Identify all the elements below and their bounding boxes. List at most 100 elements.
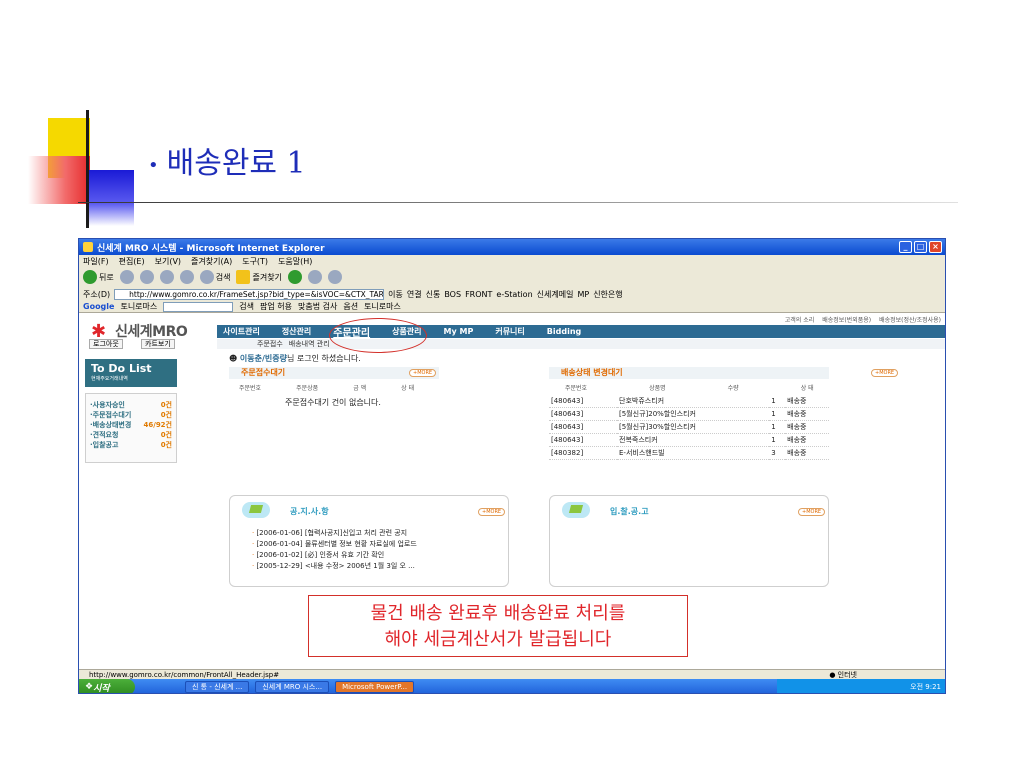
refresh-icon[interactable] xyxy=(159,270,174,284)
column-header: 주문상품 xyxy=(296,385,319,392)
browser-toolbar: 뒤로 검색 즐겨찾기 xyxy=(79,267,945,287)
search-button[interactable]: 검색 xyxy=(199,270,230,284)
logout-button[interactable]: 로그아웃 xyxy=(89,339,123,349)
todo-item[interactable]: ·입찰공고 0건 xyxy=(90,440,172,450)
todo-item-count: 46/92건 xyxy=(143,421,172,429)
maximize-button[interactable]: □ xyxy=(914,241,927,253)
top-link-ship-info1[interactable]: 배송정보(번외품용) xyxy=(822,315,871,324)
user-icon: ☻ xyxy=(229,354,240,363)
ship-change-more-button[interactable]: +MORE xyxy=(871,369,899,377)
browser-window: 신세계 MRO 시스템 - Microsoft Internet Explore… xyxy=(78,238,946,694)
link-bank[interactable]: 신한은행 xyxy=(593,289,622,300)
table-row[interactable]: [480643] [5월신규]20%할인스티커 1 배송중 xyxy=(549,407,829,421)
page-content: ✱ 신세계MRO 로그아웃 카트보기 고객의 소리 배송정보(번외품용) 배송정… xyxy=(79,313,945,657)
todo-item-label: ·배송상태변경 xyxy=(90,421,132,429)
popup-block-button[interactable]: 팝업 허용 xyxy=(260,301,292,312)
favorites-button[interactable]: 즐겨찾기 xyxy=(236,270,282,284)
bullet-icon: • xyxy=(148,154,159,176)
taskbar-item[interactable]: 신세계 MRO 시스... xyxy=(255,681,330,693)
notice-more-button[interactable]: +MORE xyxy=(478,508,506,516)
slide-title-text: 배송완료 1 xyxy=(166,146,306,181)
subnav-delivery-history[interactable]: 배송내역 관리 xyxy=(289,339,330,349)
list-item[interactable]: [2006-01-04] 물류센터별 정보 현황 자료실에 업로드 xyxy=(252,539,416,550)
table-row[interactable]: [480643] [5월신규]30%할인스티커 1 배송중 xyxy=(549,420,829,434)
menu-help[interactable]: 도움말(H) xyxy=(278,256,312,267)
list-item[interactable]: [2006-01-02] [必] 인증서 유효 기간 확인 xyxy=(252,550,417,561)
todo-item[interactable]: ·배송상태변경 46/92건 xyxy=(90,420,172,430)
todo-item[interactable]: ·견적요청 0건 xyxy=(90,430,172,440)
link-estation[interactable]: e-Station xyxy=(496,290,532,299)
google-search-input[interactable] xyxy=(163,301,234,312)
google-dropdown[interactable]: 토니로마스 xyxy=(120,301,157,312)
nav-bidding[interactable]: Bidding xyxy=(547,327,581,336)
minimize-button[interactable]: _ xyxy=(899,241,912,253)
link-front[interactable]: FRONT xyxy=(465,290,492,299)
welcome-message: ☻ 이동춘/빈중량님 로그인 하셨습니다. xyxy=(229,353,361,364)
todo-item-label: ·주문접수대기 xyxy=(90,411,132,419)
product-name: [5월신규]30%할인스티커 xyxy=(617,420,770,434)
close-button[interactable]: × xyxy=(929,241,942,253)
todo-item[interactable]: ·사용자승인 0건 xyxy=(90,400,172,410)
list-item[interactable]: [2005-12-29] <내용 수정> 2006년 1월 3일 오 ... xyxy=(252,561,417,572)
taskbar-item[interactable]: 신 통 - 신세계 ... xyxy=(185,681,250,693)
link-mail[interactable]: 신세계메일 xyxy=(537,289,574,300)
history-icon[interactable] xyxy=(287,270,302,284)
list-item[interactable]: [2006-01-06] [협력사공지]신입고 처리 관련 공지 xyxy=(252,528,417,539)
nav-settlement[interactable]: 정산관리 xyxy=(282,326,311,337)
status-bar: http://www.gomro.co.kr/common/FrontAll_H… xyxy=(79,669,945,679)
mail-icon[interactable] xyxy=(307,270,322,284)
todo-item-count: 0건 xyxy=(160,441,172,449)
bid-more-button[interactable]: +MORE xyxy=(798,508,826,516)
todo-item[interactable]: ·주문접수대기 0건 xyxy=(90,410,172,420)
column-header: 주문번호 xyxy=(239,385,262,392)
forward-icon[interactable] xyxy=(119,270,134,284)
menu-tools[interactable]: 도구(T) xyxy=(242,256,268,267)
print-icon[interactable] xyxy=(327,270,342,284)
top-link-voice[interactable]: 고객의 소리 xyxy=(785,315,815,324)
todo-item-label: ·입찰공고 xyxy=(90,441,119,449)
menu-file[interactable]: 파일(F) xyxy=(83,256,109,267)
nav-site-admin[interactable]: 사이트관리 xyxy=(223,326,260,337)
start-button[interactable]: ❖ 시작 xyxy=(79,679,135,693)
options-button[interactable]: 옵션 xyxy=(343,301,358,312)
menu-view[interactable]: 보기(V) xyxy=(155,256,181,267)
google-search-button[interactable]: 검색 xyxy=(239,301,254,312)
slide-title: • 배송완료 1 xyxy=(148,138,306,182)
slide-deco-red xyxy=(28,156,90,204)
link-sintong[interactable]: 신통 xyxy=(426,289,441,300)
product-name: 전복죽스티커 xyxy=(617,433,770,447)
go-button[interactable]: 이동 xyxy=(388,289,403,300)
todo-item-label: ·사용자승인 xyxy=(90,401,125,409)
ship-change-header: 배송상태 변경대기 xyxy=(549,367,829,379)
subnav-order-receipt[interactable]: 주문접수 xyxy=(257,339,283,349)
google-toolbar: Google 토니로마스 검색 팝업 허용 맞춤법 검사 옵션 토니로마스 xyxy=(79,301,945,313)
menu-edit[interactable]: 편집(E) xyxy=(119,256,145,267)
nav-community[interactable]: 커뮤니티 xyxy=(495,326,524,337)
menu-bar: 파일(F) 편집(E) 보기(V) 즐겨찾기(A) 도구(T) 도움말(H) xyxy=(79,255,945,267)
quantity: 1 xyxy=(769,420,786,434)
product-name: E-서비스핸드빌 xyxy=(617,446,770,460)
back-button[interactable]: 뒤로 xyxy=(83,270,114,284)
user-name: 이동춘/빈중량 xyxy=(239,354,287,363)
site-logo[interactable]: 신세계MRO xyxy=(115,321,188,341)
table-row[interactable]: [480643] 단호박쥬스티커 1 배송중 xyxy=(549,395,829,408)
taskbar-item[interactable]: Microsoft PowerP... xyxy=(335,681,415,693)
todo-item-label: ·견적요청 xyxy=(90,431,119,439)
table-row[interactable]: [480643] 전복죽스티커 1 배송중 xyxy=(549,433,829,447)
link-bos[interactable]: BOS xyxy=(444,290,461,299)
order-wait-more-button[interactable]: +MORE xyxy=(409,369,437,377)
search-icon xyxy=(199,270,214,284)
stop-icon[interactable] xyxy=(139,270,154,284)
home-icon[interactable] xyxy=(179,270,194,284)
bookmark-button[interactable]: 토니로마스 xyxy=(364,301,401,312)
spellcheck-button[interactable]: 맞춤법 검사 xyxy=(298,301,337,312)
address-input[interactable]: http://www.gomro.co.kr/FrameSet.jsp?bid_… xyxy=(114,288,385,300)
nav-my-mp[interactable]: My MP xyxy=(444,327,474,336)
menu-favorites[interactable]: 즐겨찾기(A) xyxy=(191,256,232,267)
top-link-ship-info2[interactable]: 배송정보(정산/조정사용) xyxy=(879,315,941,324)
cart-button[interactable]: 카트보기 xyxy=(141,339,175,349)
table-row[interactable]: [480382] E-서비스핸드빌 3 배송중 xyxy=(549,446,829,460)
notice-list: [2006-01-06] [협력사공지]신입고 처리 관련 공지 [2006-0… xyxy=(252,528,417,572)
window-titlebar: 신세계 MRO 시스템 - Microsoft Internet Explore… xyxy=(79,239,945,255)
link-mp[interactable]: MP xyxy=(577,290,589,299)
